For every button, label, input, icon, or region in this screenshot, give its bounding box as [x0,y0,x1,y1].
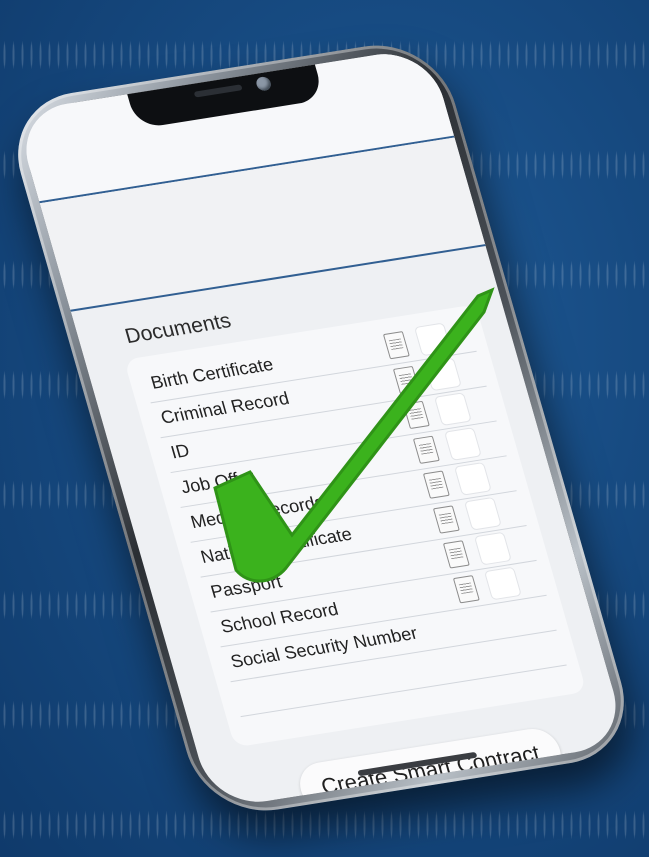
front-camera [254,75,273,92]
document-checkbox[interactable] [483,566,522,601]
document-checkbox[interactable] [413,322,452,357]
documents-heading: Documents [122,309,234,349]
phone-mockup: Documents Birth Certificate Criminal Rec… [0,18,642,838]
phone-frame: Documents Birth Certificate Criminal Rec… [0,35,642,821]
document-checkbox[interactable] [453,461,492,496]
phone-screen: Documents Birth Certificate Criminal Rec… [13,46,629,810]
document-icon[interactable] [412,435,440,464]
document-icon[interactable] [442,540,470,569]
document-checkbox[interactable] [473,531,512,566]
document-icon[interactable] [392,365,420,395]
document-label: Passport [208,571,285,602]
document-icon[interactable] [382,331,410,360]
speaker-grille [193,84,243,98]
document-label: ID [168,440,192,463]
document-checkbox[interactable] [423,357,462,392]
document-icon[interactable] [452,575,480,604]
documents-list: Birth Certificate Criminal Record ID Job… [123,304,587,748]
document-icon[interactable] [432,505,460,534]
document-icon[interactable] [422,470,450,499]
document-icon[interactable] [402,400,430,430]
document-checkbox[interactable] [433,392,472,427]
document-checkbox[interactable] [443,427,482,461]
document-label: Job Offer [178,466,257,498]
create-smart-contract-button[interactable]: Create Smart Contract [294,725,567,810]
document-checkbox[interactable] [463,496,502,531]
